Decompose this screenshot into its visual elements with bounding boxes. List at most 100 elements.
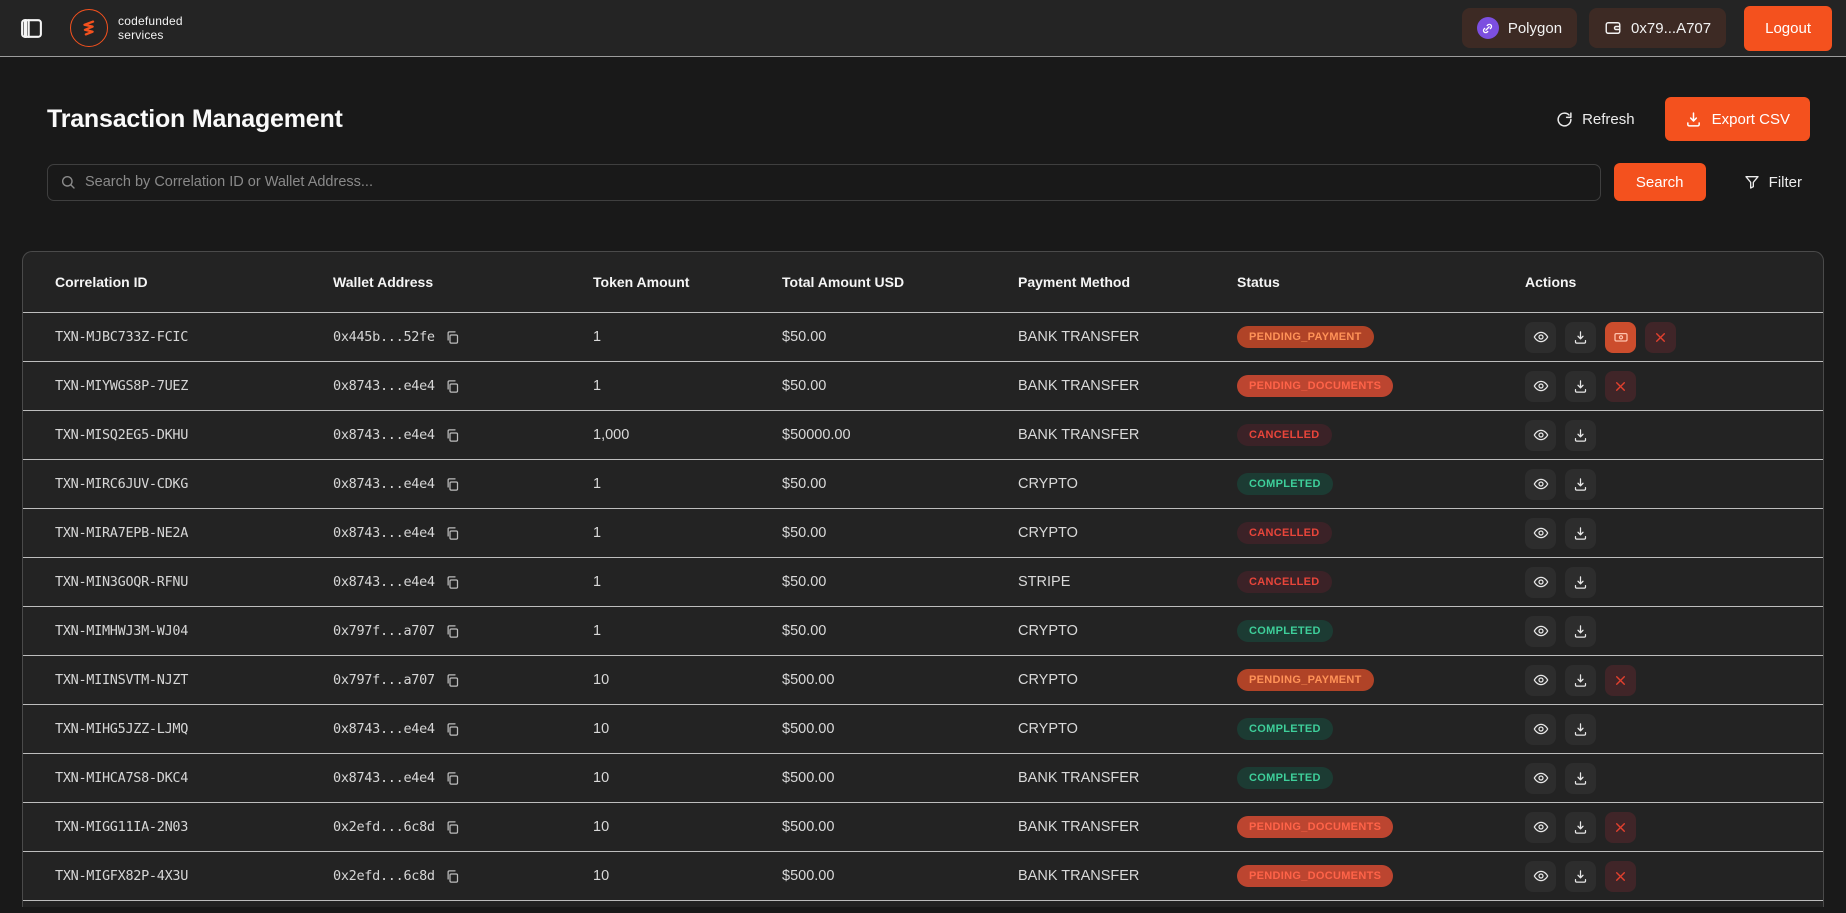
download-receipt-button[interactable] [1565, 518, 1596, 549]
cell-total-amount-usd: $50.00 [782, 476, 1018, 492]
cell-correlation-id: TXN-MJBC733Z-FCIC [55, 329, 333, 345]
copy-wallet-button[interactable] [445, 624, 460, 639]
cell-actions [1525, 714, 1791, 745]
refresh-button[interactable]: Refresh [1556, 111, 1635, 128]
view-transaction-button[interactable] [1525, 518, 1556, 549]
cell-payment-method: CRYPTO [1018, 672, 1237, 688]
download-receipt-button[interactable] [1565, 763, 1596, 794]
sidebar-toggle-button[interactable] [14, 11, 48, 45]
copy-wallet-button[interactable] [445, 820, 460, 835]
view-transaction-button[interactable] [1525, 763, 1556, 794]
cancel-transaction-button[interactable] [1605, 861, 1636, 892]
eye-icon [1533, 427, 1549, 443]
close-icon [1614, 870, 1627, 883]
copy-icon [445, 771, 460, 786]
table-row: TXN-MIHCA7S8-DKC4 0x8743...e4e4 10 $500.… [23, 754, 1823, 803]
status-badge: COMPLETED [1237, 473, 1333, 495]
download-receipt-button[interactable] [1565, 371, 1596, 402]
column-header-actions: Actions [1525, 274, 1791, 290]
column-header-token-amount: Token Amount [593, 274, 782, 290]
copy-icon [445, 379, 460, 394]
copy-wallet-button[interactable] [445, 428, 460, 443]
copy-wallet-button[interactable] [445, 869, 460, 884]
eye-icon [1533, 329, 1549, 345]
search-input[interactable] [85, 174, 1588, 190]
download-icon [1573, 869, 1588, 884]
view-transaction-button[interactable] [1525, 420, 1556, 451]
view-transaction-button[interactable] [1525, 861, 1556, 892]
cell-total-amount-usd: $500.00 [782, 819, 1018, 835]
download-icon [1573, 771, 1588, 786]
download-receipt-button[interactable] [1565, 322, 1596, 353]
download-receipt-button[interactable] [1565, 469, 1596, 500]
cell-wallet-address: 0x8743...e4e4 [333, 378, 435, 394]
view-transaction-button[interactable] [1525, 714, 1556, 745]
cell-payment-method: CRYPTO [1018, 525, 1237, 541]
cell-correlation-id: TXN-MIHG5JZZ-LJMQ [55, 721, 333, 737]
cancel-transaction-button[interactable] [1605, 812, 1636, 843]
download-receipt-button[interactable] [1565, 861, 1596, 892]
download-receipt-button[interactable] [1565, 616, 1596, 647]
view-transaction-button[interactable] [1525, 322, 1556, 353]
download-receipt-button[interactable] [1565, 812, 1596, 843]
wallet-address-badge[interactable]: 0x79...A707 [1589, 8, 1726, 48]
copy-wallet-button[interactable] [445, 673, 460, 688]
filter-button[interactable]: Filter [1744, 174, 1824, 191]
view-transaction-button[interactable] [1525, 616, 1556, 647]
cell-payment-method: BANK TRANSFER [1018, 427, 1237, 443]
view-transaction-button[interactable] [1525, 665, 1556, 696]
cancel-transaction-button[interactable] [1605, 665, 1636, 696]
top-bar: codefunded services Polygon 0x79...A7 [0, 0, 1846, 57]
copy-wallet-button[interactable] [445, 771, 460, 786]
cell-actions [1525, 518, 1791, 549]
cell-wallet-address: 0x8743...e4e4 [333, 574, 435, 590]
cell-total-amount-usd: $500.00 [782, 868, 1018, 884]
copy-wallet-button[interactable] [445, 526, 460, 541]
cell-total-amount-usd: $50.00 [782, 525, 1018, 541]
cell-total-amount-usd: $50.00 [782, 574, 1018, 590]
copy-wallet-button[interactable] [445, 379, 460, 394]
export-csv-button[interactable]: Export CSV [1665, 97, 1810, 141]
cancel-transaction-button[interactable] [1605, 371, 1636, 402]
eye-icon [1533, 378, 1549, 394]
copy-wallet-button[interactable] [445, 330, 460, 345]
logout-button[interactable]: Logout [1744, 6, 1832, 51]
table-row: TXN-MIRC6JUV-CDKG 0x8743...e4e4 1 $50.00… [23, 460, 1823, 509]
copy-wallet-button[interactable] [445, 575, 460, 590]
download-icon [1573, 379, 1588, 394]
cell-correlation-id: TXN-MIHCA7S8-DKC4 [55, 770, 333, 786]
download-icon [1573, 673, 1588, 688]
download-icon [1573, 575, 1588, 590]
column-header-status: Status [1237, 274, 1525, 290]
download-receipt-button[interactable] [1565, 420, 1596, 451]
search-button[interactable]: Search [1614, 163, 1706, 201]
cell-payment-method: BANK TRANSFER [1018, 378, 1237, 394]
cell-token-amount: 10 [593, 868, 782, 884]
download-receipt-button[interactable] [1565, 714, 1596, 745]
cell-wallet-address: 0x2efd...6c8d [333, 819, 435, 835]
link-icon [1477, 17, 1499, 39]
view-transaction-button[interactable] [1525, 371, 1556, 402]
copy-wallet-button[interactable] [445, 722, 460, 737]
copy-wallet-button[interactable] [445, 477, 460, 492]
download-receipt-button[interactable] [1565, 567, 1596, 598]
view-transaction-button[interactable] [1525, 567, 1556, 598]
brand: codefunded services [70, 9, 183, 47]
filter-icon [1744, 174, 1760, 190]
download-icon [1573, 477, 1588, 492]
view-transaction-button[interactable] [1525, 812, 1556, 843]
network-badge[interactable]: Polygon [1462, 8, 1577, 48]
cell-total-amount-usd: $50.00 [782, 623, 1018, 639]
eye-icon [1533, 623, 1549, 639]
cancel-transaction-button[interactable] [1645, 322, 1676, 353]
view-transaction-button[interactable] [1525, 469, 1556, 500]
table-row: TXN-MIGG11IA-2N03 0x2efd...6c8d 10 $500.… [23, 803, 1823, 852]
status-badge: PENDING_DOCUMENTS [1237, 375, 1393, 397]
table-row: TXN-MIGFX82P-4X3U 0x2efd...6c8d 10 $500.… [23, 852, 1823, 901]
download-receipt-button[interactable] [1565, 665, 1596, 696]
cell-payment-method: BANK TRANSFER [1018, 770, 1237, 786]
mark-paid-button[interactable] [1605, 322, 1636, 353]
cell-token-amount: 1 [593, 574, 782, 590]
status-badge: CANCELLED [1237, 522, 1332, 544]
logo-mark-icon [70, 9, 108, 47]
